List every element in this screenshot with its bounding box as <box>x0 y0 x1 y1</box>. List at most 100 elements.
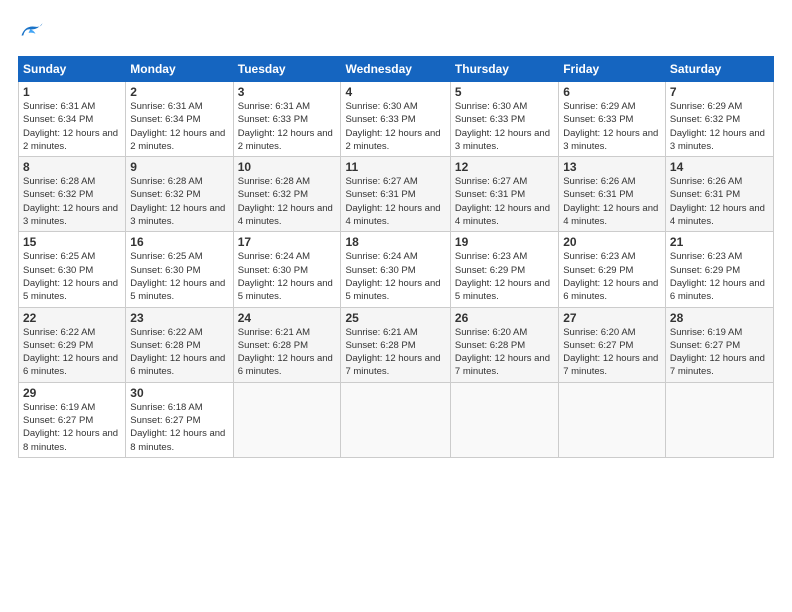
calendar-cell: 17 Sunrise: 6:24 AM Sunset: 6:30 PM Dayl… <box>233 232 341 307</box>
calendar-cell: 7 Sunrise: 6:29 AM Sunset: 6:32 PM Dayli… <box>665 82 773 157</box>
calendar-cell: 26 Sunrise: 6:20 AM Sunset: 6:28 PM Dayl… <box>450 307 558 382</box>
day-info: Sunrise: 6:20 AM Sunset: 6:27 PM Dayligh… <box>563 326 661 379</box>
calendar-week-row: 8 Sunrise: 6:28 AM Sunset: 6:32 PM Dayli… <box>19 157 774 232</box>
day-number: 15 <box>23 235 121 249</box>
day-info: Sunrise: 6:19 AM Sunset: 6:27 PM Dayligh… <box>670 326 769 379</box>
calendar-cell: 15 Sunrise: 6:25 AM Sunset: 6:30 PM Dayl… <box>19 232 126 307</box>
day-info: Sunrise: 6:23 AM Sunset: 6:29 PM Dayligh… <box>670 250 769 303</box>
day-number: 14 <box>670 160 769 174</box>
calendar-header-row: SundayMondayTuesdayWednesdayThursdayFrid… <box>19 57 774 82</box>
calendar-cell <box>559 382 666 457</box>
calendar-cell: 19 Sunrise: 6:23 AM Sunset: 6:29 PM Dayl… <box>450 232 558 307</box>
day-number: 30 <box>130 386 228 400</box>
day-number: 3 <box>238 85 337 99</box>
weekday-header: Thursday <box>450 57 558 82</box>
calendar-cell: 5 Sunrise: 6:30 AM Sunset: 6:33 PM Dayli… <box>450 82 558 157</box>
calendar-cell: 24 Sunrise: 6:21 AM Sunset: 6:28 PM Dayl… <box>233 307 341 382</box>
calendar-cell: 6 Sunrise: 6:29 AM Sunset: 6:33 PM Dayli… <box>559 82 666 157</box>
day-info: Sunrise: 6:26 AM Sunset: 6:31 PM Dayligh… <box>670 175 769 228</box>
day-info: Sunrise: 6:30 AM Sunset: 6:33 PM Dayligh… <box>345 100 445 153</box>
day-info: Sunrise: 6:19 AM Sunset: 6:27 PM Dayligh… <box>23 401 121 454</box>
day-number: 10 <box>238 160 337 174</box>
calendar-cell: 29 Sunrise: 6:19 AM Sunset: 6:27 PM Dayl… <box>19 382 126 457</box>
day-info: Sunrise: 6:18 AM Sunset: 6:27 PM Dayligh… <box>130 401 228 454</box>
calendar-cell: 20 Sunrise: 6:23 AM Sunset: 6:29 PM Dayl… <box>559 232 666 307</box>
day-info: Sunrise: 6:29 AM Sunset: 6:33 PM Dayligh… <box>563 100 661 153</box>
calendar-week-row: 15 Sunrise: 6:25 AM Sunset: 6:30 PM Dayl… <box>19 232 774 307</box>
calendar-cell: 28 Sunrise: 6:19 AM Sunset: 6:27 PM Dayl… <box>665 307 773 382</box>
day-info: Sunrise: 6:31 AM Sunset: 6:34 PM Dayligh… <box>23 100 121 153</box>
calendar-cell: 21 Sunrise: 6:23 AM Sunset: 6:29 PM Dayl… <box>665 232 773 307</box>
calendar-cell: 25 Sunrise: 6:21 AM Sunset: 6:28 PM Dayl… <box>341 307 450 382</box>
day-info: Sunrise: 6:21 AM Sunset: 6:28 PM Dayligh… <box>238 326 337 379</box>
calendar-week-row: 22 Sunrise: 6:22 AM Sunset: 6:29 PM Dayl… <box>19 307 774 382</box>
day-number: 8 <box>23 160 121 174</box>
day-number: 27 <box>563 311 661 325</box>
weekday-header: Saturday <box>665 57 773 82</box>
day-number: 6 <box>563 85 661 99</box>
day-info: Sunrise: 6:21 AM Sunset: 6:28 PM Dayligh… <box>345 326 445 379</box>
weekday-header: Monday <box>126 57 233 82</box>
calendar-cell: 3 Sunrise: 6:31 AM Sunset: 6:33 PM Dayli… <box>233 82 341 157</box>
day-number: 22 <box>23 311 121 325</box>
day-number: 28 <box>670 311 769 325</box>
header <box>18 18 774 46</box>
day-number: 24 <box>238 311 337 325</box>
day-number: 21 <box>670 235 769 249</box>
day-number: 20 <box>563 235 661 249</box>
calendar-cell: 16 Sunrise: 6:25 AM Sunset: 6:30 PM Dayl… <box>126 232 233 307</box>
calendar-cell: 30 Sunrise: 6:18 AM Sunset: 6:27 PM Dayl… <box>126 382 233 457</box>
calendar-week-row: 29 Sunrise: 6:19 AM Sunset: 6:27 PM Dayl… <box>19 382 774 457</box>
calendar-cell <box>665 382 773 457</box>
calendar-cell: 2 Sunrise: 6:31 AM Sunset: 6:34 PM Dayli… <box>126 82 233 157</box>
calendar-cell: 4 Sunrise: 6:30 AM Sunset: 6:33 PM Dayli… <box>341 82 450 157</box>
day-number: 7 <box>670 85 769 99</box>
day-info: Sunrise: 6:25 AM Sunset: 6:30 PM Dayligh… <box>130 250 228 303</box>
day-info: Sunrise: 6:26 AM Sunset: 6:31 PM Dayligh… <box>563 175 661 228</box>
day-info: Sunrise: 6:31 AM Sunset: 6:33 PM Dayligh… <box>238 100 337 153</box>
day-number: 19 <box>455 235 554 249</box>
weekday-header: Wednesday <box>341 57 450 82</box>
day-number: 11 <box>345 160 445 174</box>
calendar-cell: 1 Sunrise: 6:31 AM Sunset: 6:34 PM Dayli… <box>19 82 126 157</box>
page: SundayMondayTuesdayWednesdayThursdayFrid… <box>0 0 792 612</box>
day-info: Sunrise: 6:27 AM Sunset: 6:31 PM Dayligh… <box>455 175 554 228</box>
weekday-header: Friday <box>559 57 666 82</box>
day-number: 25 <box>345 311 445 325</box>
day-number: 23 <box>130 311 228 325</box>
day-info: Sunrise: 6:28 AM Sunset: 6:32 PM Dayligh… <box>23 175 121 228</box>
day-info: Sunrise: 6:25 AM Sunset: 6:30 PM Dayligh… <box>23 250 121 303</box>
day-info: Sunrise: 6:22 AM Sunset: 6:28 PM Dayligh… <box>130 326 228 379</box>
day-number: 12 <box>455 160 554 174</box>
day-number: 17 <box>238 235 337 249</box>
day-number: 13 <box>563 160 661 174</box>
day-number: 18 <box>345 235 445 249</box>
day-info: Sunrise: 6:28 AM Sunset: 6:32 PM Dayligh… <box>130 175 228 228</box>
calendar-cell <box>341 382 450 457</box>
day-number: 2 <box>130 85 228 99</box>
day-number: 26 <box>455 311 554 325</box>
day-info: Sunrise: 6:24 AM Sunset: 6:30 PM Dayligh… <box>345 250 445 303</box>
calendar-cell: 11 Sunrise: 6:27 AM Sunset: 6:31 PM Dayl… <box>341 157 450 232</box>
calendar-cell: 27 Sunrise: 6:20 AM Sunset: 6:27 PM Dayl… <box>559 307 666 382</box>
day-number: 4 <box>345 85 445 99</box>
calendar-cell: 10 Sunrise: 6:28 AM Sunset: 6:32 PM Dayl… <box>233 157 341 232</box>
calendar-cell: 13 Sunrise: 6:26 AM Sunset: 6:31 PM Dayl… <box>559 157 666 232</box>
calendar-cell: 12 Sunrise: 6:27 AM Sunset: 6:31 PM Dayl… <box>450 157 558 232</box>
calendar-cell: 22 Sunrise: 6:22 AM Sunset: 6:29 PM Dayl… <box>19 307 126 382</box>
calendar-week-row: 1 Sunrise: 6:31 AM Sunset: 6:34 PM Dayli… <box>19 82 774 157</box>
day-info: Sunrise: 6:23 AM Sunset: 6:29 PM Dayligh… <box>455 250 554 303</box>
calendar-cell: 23 Sunrise: 6:22 AM Sunset: 6:28 PM Dayl… <box>126 307 233 382</box>
day-number: 9 <box>130 160 228 174</box>
day-info: Sunrise: 6:30 AM Sunset: 6:33 PM Dayligh… <box>455 100 554 153</box>
day-info: Sunrise: 6:23 AM Sunset: 6:29 PM Dayligh… <box>563 250 661 303</box>
day-info: Sunrise: 6:27 AM Sunset: 6:31 PM Dayligh… <box>345 175 445 228</box>
calendar-cell: 14 Sunrise: 6:26 AM Sunset: 6:31 PM Dayl… <box>665 157 773 232</box>
day-number: 5 <box>455 85 554 99</box>
day-info: Sunrise: 6:29 AM Sunset: 6:32 PM Dayligh… <box>670 100 769 153</box>
calendar-cell: 18 Sunrise: 6:24 AM Sunset: 6:30 PM Dayl… <box>341 232 450 307</box>
calendar-cell: 9 Sunrise: 6:28 AM Sunset: 6:32 PM Dayli… <box>126 157 233 232</box>
day-info: Sunrise: 6:28 AM Sunset: 6:32 PM Dayligh… <box>238 175 337 228</box>
day-info: Sunrise: 6:31 AM Sunset: 6:34 PM Dayligh… <box>130 100 228 153</box>
day-info: Sunrise: 6:22 AM Sunset: 6:29 PM Dayligh… <box>23 326 121 379</box>
